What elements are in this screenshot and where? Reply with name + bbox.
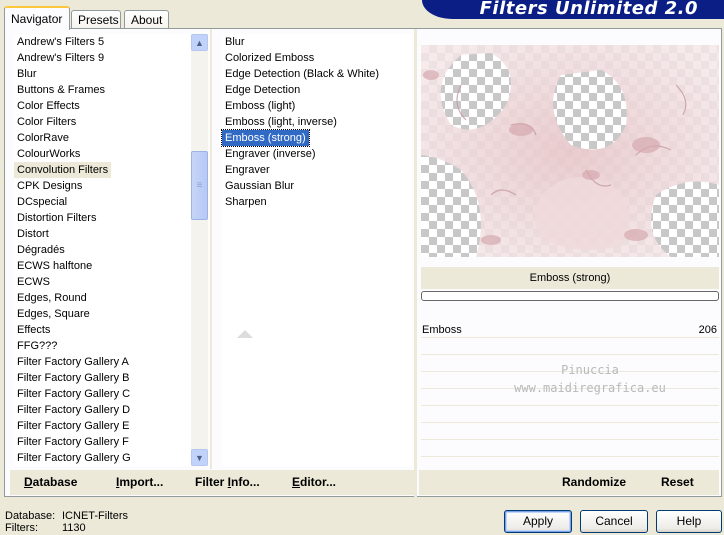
apply-button[interactable]: Apply [504, 510, 572, 533]
list-item[interactable]: Emboss (strong) [221, 129, 310, 147]
reset-link[interactable]: Reset [661, 475, 694, 489]
scroll-down-button[interactable]: ▼ [191, 449, 208, 466]
tab-presets[interactable]: Presets [71, 10, 121, 29]
app-title: Filters Unlimited 2.0 [479, 0, 698, 19]
list-item[interactable]: ECWS [14, 274, 53, 290]
parameter-row-empty [421, 339, 719, 355]
list-item[interactable]: Edges, Square [14, 306, 93, 322]
list-item[interactable]: Buttons & Frames [14, 82, 108, 98]
cancel-button[interactable]: Cancel [580, 510, 648, 533]
list-item[interactable]: Emboss (light, inverse) [222, 114, 340, 130]
list-item[interactable]: Gaussian Blur [222, 178, 297, 194]
list-item[interactable]: Filter Factory Gallery F [14, 434, 132, 450]
current-filter-label: Emboss (strong) [421, 267, 719, 289]
list-divider [210, 29, 212, 469]
list-item[interactable]: Filter Factory Gallery C [14, 386, 133, 402]
list-item[interactable]: Filter Factory Gallery G [14, 450, 134, 466]
list-item[interactable]: Color Filters [14, 114, 79, 130]
preview-image [421, 45, 719, 257]
watermark: Pinuccia www.maidiregrafica.eu [490, 361, 690, 397]
list-item[interactable]: DCspecial [14, 194, 70, 210]
randomize-link[interactable]: Randomize [562, 475, 626, 489]
list-item[interactable]: Sharpen [222, 194, 270, 210]
list-item[interactable]: Color Effects [14, 98, 83, 114]
parameter-value: 206 [698, 324, 717, 336]
category-scrollbar[interactable]: ▲ ≡ ▼ [191, 34, 208, 466]
parameter-row-empty [421, 407, 719, 423]
chevron-down-icon: ▼ [195, 452, 204, 463]
status-filters-label: Filters: [5, 522, 38, 534]
status-filters: Filters: 1130 [5, 522, 86, 534]
parameter-row-empty [421, 441, 719, 457]
list-item[interactable]: Filter Factory Gallery D [14, 402, 133, 418]
list-item[interactable]: Colorized Emboss [222, 50, 317, 66]
preview-artwork [421, 45, 719, 257]
list-item[interactable]: Convolution Filters [14, 162, 112, 178]
list-item[interactable]: CPK Designs [14, 178, 85, 194]
status-database-value: ICNET-Filters [62, 510, 128, 522]
editor-link[interactable]: Editor... [292, 475, 336, 489]
list-item[interactable]: FFG??? [14, 338, 60, 354]
navigator-panel: Andrew's Filters 5 Andrew's Filters 9 Blur… [4, 28, 722, 498]
list-item[interactable]: ColorRave [14, 130, 72, 146]
left-link-bar: Database Import... Filter Info... Editor… [10, 470, 414, 495]
watermark-line1: Pinuccia [561, 363, 619, 377]
list-item[interactable]: ECWS halftone [14, 258, 95, 274]
import-link[interactable]: Import... [116, 475, 163, 489]
tab-about[interactable]: About [124, 10, 169, 29]
list-item[interactable]: Dégradés [14, 242, 68, 258]
list-item[interactable]: Andrew's Filters 5 [14, 34, 107, 50]
list-item[interactable]: Blur [222, 34, 248, 50]
parameter-row[interactable]: Emboss 206 [421, 322, 719, 338]
status-database-label: Database: [5, 510, 56, 522]
list-item[interactable]: Distortion Filters [14, 210, 99, 226]
list-item[interactable]: Edge Detection [222, 82, 303, 98]
slider-thumb[interactable] [237, 330, 253, 338]
filter-info-link[interactable]: Filter Info... [195, 475, 260, 489]
list-item[interactable]: Andrew's Filters 9 [14, 50, 107, 66]
list-item[interactable]: Distort [14, 226, 52, 242]
right-link-bar: Randomize Reset [419, 470, 719, 495]
list-item[interactable]: Blur [14, 66, 40, 82]
watermark-line2: www.maidiregrafica.eu [514, 381, 666, 395]
status-database: Database: ICNET-Filters [5, 510, 128, 522]
title-banner: Filters Unlimited 2.0 [422, 0, 724, 19]
list-item[interactable]: Filter Factory Gallery E [14, 418, 132, 434]
list-item[interactable]: Filter Factory Gallery A [14, 354, 132, 370]
parameter-row-empty [421, 424, 719, 440]
list-item[interactable]: Filter Factory Gallery B [14, 370, 132, 386]
grip-icon: ≡ [196, 180, 203, 191]
panel-divider [414, 29, 417, 498]
tab-navigator[interactable]: Navigator [4, 6, 70, 30]
list-item[interactable]: Emboss (light) [222, 98, 298, 114]
progress-bar [421, 291, 719, 301]
category-list[interactable]: Andrew's Filters 5 Andrew's Filters 9 Blur… [14, 34, 191, 466]
filter-list[interactable]: Blur Colorized Emboss Edge Detection (Blac… [221, 34, 412, 466]
list-item[interactable]: Edges, Round [14, 290, 90, 306]
status-filters-value: 1130 [62, 522, 86, 534]
help-button[interactable]: Help [656, 510, 722, 533]
list-item[interactable]: Edge Detection (Black & White) [222, 66, 382, 82]
scroll-thumb[interactable]: ≡ [191, 151, 208, 220]
list-item[interactable]: Engraver [222, 162, 273, 178]
chevron-up-icon: ▲ [195, 37, 204, 48]
parameter-name: Emboss [422, 324, 462, 336]
database-link[interactable]: Database [24, 475, 77, 489]
list-item[interactable]: ColourWorks [14, 146, 83, 162]
scroll-up-button[interactable]: ▲ [191, 34, 208, 51]
list-item[interactable]: Engraver (inverse) [222, 146, 318, 162]
list-item[interactable]: Effects [14, 322, 53, 338]
